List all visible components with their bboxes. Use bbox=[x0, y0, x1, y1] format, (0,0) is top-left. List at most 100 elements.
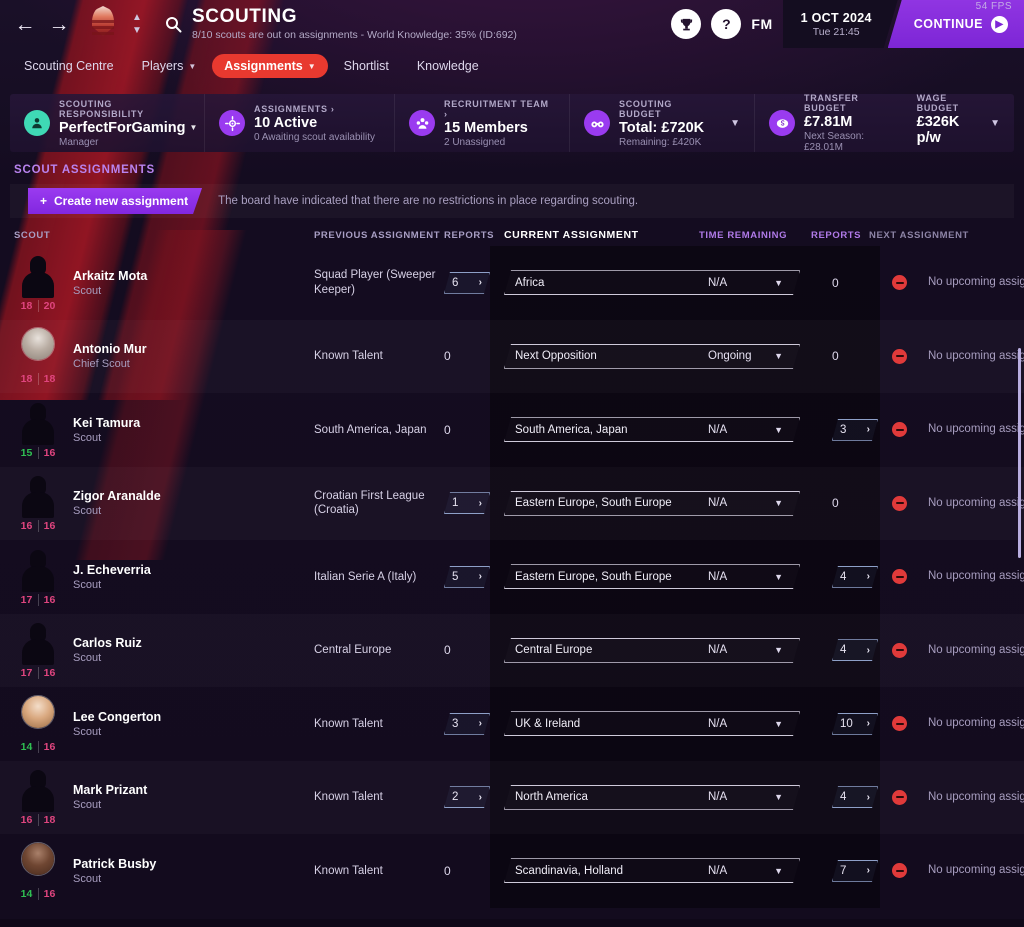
remove-assignment-button[interactable] bbox=[892, 495, 907, 511]
remove-assignment-button[interactable] bbox=[892, 863, 907, 879]
scout-cell[interactable]: 14 16 Lee Congerton Scout bbox=[14, 694, 314, 753]
club-switch-stepper[interactable]: ▲ ▼ bbox=[126, 12, 148, 36]
current-reports-badge[interactable]: 4 › bbox=[832, 566, 878, 588]
remove-assignment-button[interactable] bbox=[892, 642, 907, 658]
scout-name[interactable]: Arkaitz Mota bbox=[73, 269, 147, 283]
previous-assignment-text: Known Talent bbox=[314, 350, 383, 363]
fps-counter: 54 FPS bbox=[975, 1, 1012, 12]
back-arrow-icon[interactable]: ← bbox=[8, 7, 42, 41]
budgets-cell[interactable]: TRANSFER BUDGET £7.81M Next Season: £28.… bbox=[755, 93, 1014, 153]
recruitment-team-cell[interactable]: RECRUITMENT TEAM › 15 Members 2 Unassign… bbox=[395, 94, 570, 152]
remove-assignment-button[interactable] bbox=[892, 789, 907, 805]
table-row[interactable]: 16 16 Zigor Aranalde Scout Croatian First Le… bbox=[0, 467, 1024, 541]
scout-role: Scout bbox=[73, 578, 102, 591]
current-assignment-dropdown[interactable]: UK & Ireland N/A ▼ bbox=[504, 711, 800, 736]
header-current-assignment[interactable]: CURRENT ASSIGNMENT bbox=[504, 229, 699, 241]
current-assignment-dropdown[interactable]: Africa N/A ▼ bbox=[504, 270, 800, 295]
tab-shortlist[interactable]: Shortlist bbox=[332, 54, 401, 78]
header-reports-current[interactable]: REPORTS bbox=[811, 230, 869, 241]
current-reports-badge[interactable]: 3 › bbox=[832, 419, 878, 441]
assignments-cell[interactable]: ASSIGNMENTS › 10 Active 0 Awaiting scout… bbox=[205, 94, 395, 152]
table-row[interactable]: 14 16 Lee Congerton Scout Known Talent 3 › UK &… bbox=[0, 687, 1024, 761]
search-icon[interactable] bbox=[162, 13, 184, 35]
fm-logo[interactable]: FM bbox=[751, 9, 772, 39]
table-row[interactable]: 15 16 Kei Tamura Scout South America, Japan 0… bbox=[0, 393, 1024, 467]
current-assignment-dropdown[interactable]: North America N/A ▼ bbox=[504, 785, 800, 810]
remove-assignment-button[interactable] bbox=[892, 716, 907, 732]
scout-cell[interactable]: 15 16 Kei Tamura Scout bbox=[14, 401, 314, 459]
previous-reports-badge[interactable]: 1 › bbox=[444, 492, 490, 514]
chevron-down-icon[interactable]: ▼ bbox=[190, 123, 198, 132]
chevron-down-icon[interactable]: ▼ bbox=[730, 118, 740, 129]
current-reports-badge[interactable]: 10 › bbox=[832, 713, 878, 735]
current-reports-badge[interactable]: 4 › bbox=[832, 786, 878, 808]
next-assignment-cell: No upcoming assignment bbox=[928, 349, 1024, 364]
remove-assignment-cell bbox=[892, 642, 928, 658]
tab-players[interactable]: Players ▼ bbox=[130, 54, 209, 78]
wage-budget-label: WAGE BUDGET bbox=[916, 93, 959, 113]
time-remaining-value: N/A bbox=[708, 497, 728, 510]
current-reports-cell: 4 › bbox=[832, 786, 892, 808]
current-assignment-dropdown[interactable]: Next Opposition Ongoing ▼ bbox=[504, 344, 800, 369]
table-row[interactable]: 16 18 Mark Prizant Scout Known Talent 2 › North… bbox=[0, 761, 1024, 835]
remove-assignment-button[interactable] bbox=[892, 275, 907, 291]
rating-current: 14 bbox=[20, 740, 33, 753]
table-row[interactable]: 14 16 Patrick Busby Scout Known Talent 0 Scand… bbox=[0, 834, 1024, 908]
vertical-scrollbar[interactable] bbox=[1018, 348, 1021, 558]
scout-avatar: 14 16 bbox=[14, 694, 62, 753]
scout-name[interactable]: Zigor Aranalde bbox=[73, 489, 161, 503]
scout-name[interactable]: Mark Prizant bbox=[73, 783, 147, 797]
create-new-assignment-button[interactable]: + Create new assignment bbox=[28, 188, 202, 214]
scout-cell[interactable]: 18 18 Antonio Mur Chief Scout bbox=[14, 327, 314, 386]
scout-cell[interactable]: 17 16 Carlos Ruiz Scout bbox=[14, 621, 314, 680]
chevron-right-icon: › bbox=[478, 791, 482, 803]
scout-name[interactable]: Lee Congerton bbox=[73, 710, 161, 724]
remove-assignment-button[interactable] bbox=[892, 422, 907, 438]
header-previous-assignment[interactable]: PREVIOUS ASSIGNMENT bbox=[314, 230, 444, 241]
table-row[interactable]: 17 16 J. Echeverria Scout Italian Serie A (I… bbox=[0, 540, 1024, 614]
table-row[interactable]: 18 20 Arkaitz Mota Scout Squad Player (Sweep… bbox=[0, 246, 1024, 320]
previous-reports-badge[interactable]: 2 › bbox=[444, 786, 490, 808]
tab-scouting-centre[interactable]: Scouting Centre bbox=[12, 54, 126, 78]
scout-name[interactable]: Patrick Busby bbox=[73, 857, 156, 871]
current-assignment-dropdown[interactable]: Central Europe N/A ▼ bbox=[504, 638, 800, 663]
scout-cell[interactable]: 17 16 J. Echeverria Scout bbox=[14, 548, 314, 606]
table-row[interactable]: 17 16 Carlos Ruiz Scout Central Europe 0 Centr… bbox=[0, 614, 1024, 688]
scout-name[interactable]: Antonio Mur bbox=[73, 342, 147, 356]
tab-knowledge[interactable]: Knowledge bbox=[405, 54, 491, 78]
scout-name[interactable]: J. Echeverria bbox=[73, 563, 151, 577]
remove-assignment-button[interactable] bbox=[892, 348, 907, 364]
current-reports-badge[interactable]: 4 › bbox=[832, 639, 878, 661]
current-reports-badge[interactable]: 7 › bbox=[832, 860, 878, 882]
scout-cell[interactable]: 14 16 Patrick Busby Scout bbox=[14, 841, 314, 900]
previous-reports-badge[interactable]: 6 › bbox=[444, 272, 490, 294]
help-icon[interactable]: ? bbox=[711, 9, 742, 39]
scout-cell[interactable]: 18 20 Arkaitz Mota Scout bbox=[14, 254, 314, 312]
header-time-remaining[interactable]: TIME REMAINING bbox=[699, 230, 811, 241]
header-next-assignment[interactable]: NEXT ASSIGNMENT bbox=[869, 230, 1009, 241]
scout-name[interactable]: Kei Tamura bbox=[73, 416, 140, 430]
forward-arrow-icon[interactable]: → bbox=[42, 7, 76, 41]
scout-name[interactable]: Carlos Ruiz bbox=[73, 636, 142, 650]
header-scout[interactable]: SCOUT bbox=[14, 230, 314, 241]
tab-label: Scouting Centre bbox=[24, 59, 114, 73]
previous-reports-badge[interactable]: 5 › bbox=[444, 566, 490, 588]
current-assignment-dropdown[interactable]: Eastern Europe, South Europe N/A ▼ bbox=[504, 564, 800, 589]
scout-cell[interactable]: 16 16 Zigor Aranalde Scout bbox=[14, 474, 314, 533]
chevron-down-icon[interactable]: ▼ bbox=[990, 118, 1000, 129]
current-assignment-dropdown[interactable]: South America, Japan N/A ▼ bbox=[504, 417, 800, 442]
club-badge-icon[interactable] bbox=[86, 4, 120, 44]
table-row[interactable]: 18 18 Antonio Mur Chief Scout Known Talent 0 N… bbox=[0, 320, 1024, 394]
tab-assignments[interactable]: Assignments ▼ bbox=[212, 54, 328, 78]
header-reports-previous[interactable]: REPORTS bbox=[444, 230, 504, 241]
current-assignment-dropdown[interactable]: Eastern Europe, South Europe N/A ▼ bbox=[504, 491, 800, 516]
remove-assignment-button[interactable] bbox=[892, 569, 907, 585]
assignment-region-label: Africa bbox=[515, 276, 545, 289]
current-assignment-dropdown[interactable]: Scandinavia, Holland N/A ▼ bbox=[504, 858, 800, 883]
scouting-responsibility-cell[interactable]: SCOUTING RESPONSIBILITY PerfectForGaming… bbox=[10, 94, 205, 152]
previous-reports-badge[interactable]: 3 › bbox=[444, 713, 490, 735]
scouting-budget-cell[interactable]: SCOUTING BUDGET Total: £720K Remaining: … bbox=[570, 94, 755, 152]
current-reports-cell: 0 bbox=[832, 347, 892, 365]
scout-cell[interactable]: 16 18 Mark Prizant Scout bbox=[14, 768, 314, 827]
trophy-icon[interactable] bbox=[671, 9, 702, 39]
